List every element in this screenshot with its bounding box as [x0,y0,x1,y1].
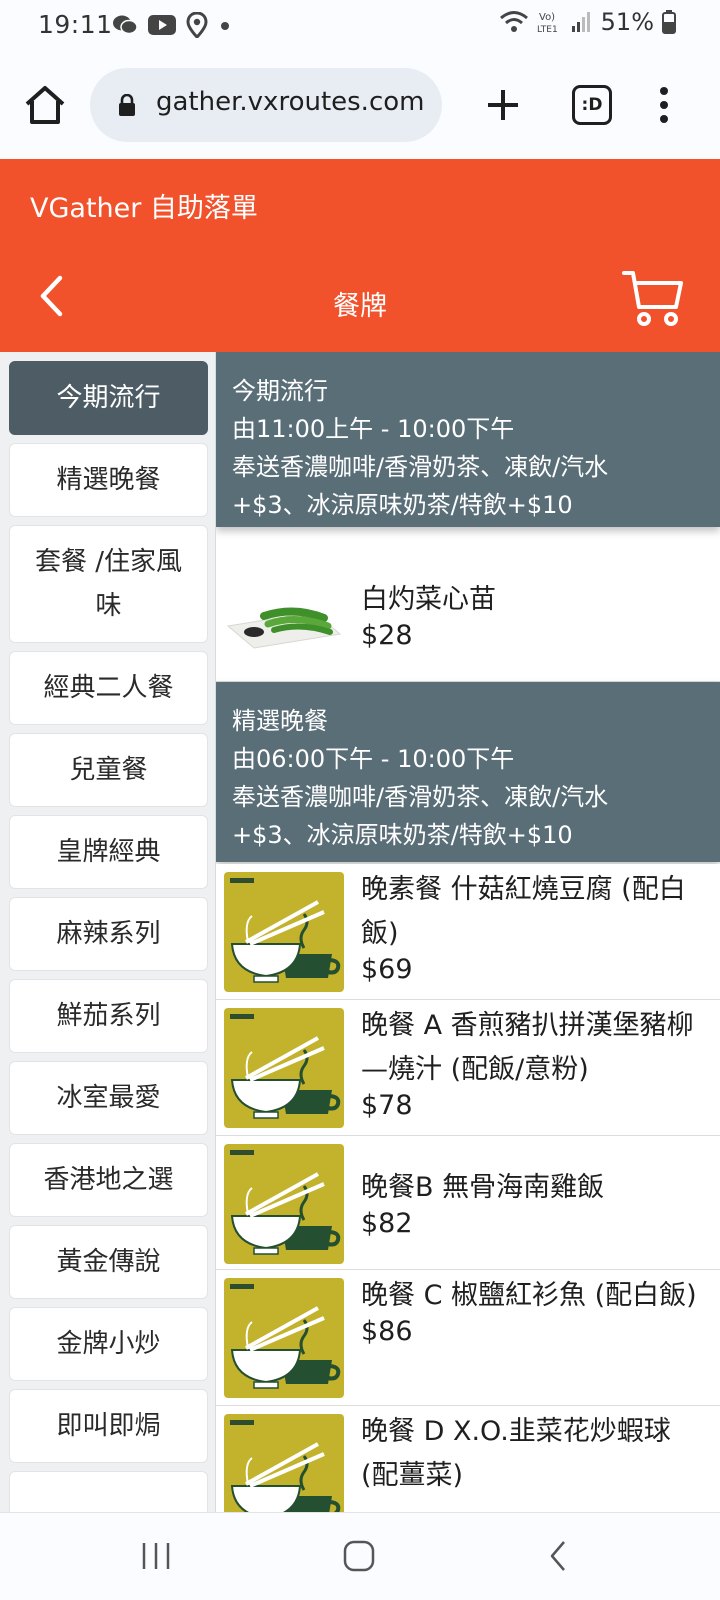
noodle-bowl-cup-logo [224,1008,344,1128]
more-menu-icon[interactable] [652,82,676,128]
sidebar-item-trending[interactable]: 今期流行 [9,361,208,435]
menu-item-price: $69 [361,954,413,985]
vegetable-photo [224,556,344,676]
page-title: 餐牌 [333,291,387,322]
battery-percent: 51% [600,8,654,36]
category-sidebar: 今期流行 精選晚餐 套餐 /住家風味 經典二人餐 兒童餐 皇牌經典 麻辣系列 鮮… [0,352,216,1512]
system-nav-bar [0,1512,720,1600]
status-bar: 19:11 Vo) LTE1 51% [0,0,720,52]
wifi-icon [499,11,528,32]
section-promo: 奉送香濃咖啡/香滑奶茶、凍飲/汽水 [232,453,609,481]
browser-toolbar: gather.vxroutes.com :D [0,52,720,159]
section-header-dinner: 精選晚餐 由06:00下午 - 10:00下午 奉送香濃咖啡/香滑奶茶、凍飲/汽… [216,682,720,862]
home-icon[interactable] [22,82,68,128]
noodle-bowl-cup-logo [224,1144,344,1264]
sidebar-item-dinner[interactable]: 精選晚餐 [9,443,208,517]
noodle-bowl-cup-logo [224,1414,344,1512]
noodle-bowl-cup-logo [224,872,344,992]
menu-item[interactable]: 晚餐 A 香煎豬扒拼漢堡豬柳—燒汁 (配飯/意粉) $78 [216,1000,720,1136]
system-status: Vo) LTE1 51% [499,8,676,36]
wechat-icon [113,15,138,35]
sidebar-item-golden-legend[interactable]: 黃金傳說 [9,1225,208,1299]
shopping-cart-icon[interactable] [622,269,684,327]
section-promo: +$3、冰涼原味奶茶/特飲+$10 [232,821,573,849]
menu-item-name: 晚餐 C 椒鹽紅衫魚 (配白飯) [361,1280,697,1311]
address-bar[interactable]: gather.vxroutes.com [90,68,442,142]
notification-icons [112,12,232,38]
menu-item-name: 晚餐 A 香煎豬扒拼漢堡豬柳—燒汁 (配飯/意粉) [361,1010,694,1085]
volte-icon: Vo) LTE1 [537,12,558,35]
sidebar-item-signature[interactable]: 皇牌經典 [9,815,208,889]
url-text: gather.vxroutes.com [156,87,425,117]
menu-item[interactable]: 晚餐B 無骨海南雞飯 $82 [216,1136,720,1270]
sidebar-item-more[interactable] [9,1471,208,1512]
sidebar-item-meal-for-two[interactable]: 經典二人餐 [9,651,208,725]
sidebar-item-stir-fry[interactable]: 金牌小炒 [9,1307,208,1381]
section-title: 精選晚餐 [232,707,328,735]
menu-item[interactable]: 晚素餐 什菇紅燒豆腐 (配白飯) $69 [216,864,720,1000]
noodle-bowl-cup-logo [224,1278,344,1398]
tab-switcher-button[interactable]: :D [572,85,612,125]
section-header-trending: 今期流行 由11:00上午 - 10:00下午 奉送香濃咖啡/香滑奶茶、凍飲/汽… [216,352,720,527]
section-hours: 由06:00下午 - 10:00下午 [232,745,515,773]
battery-icon [662,10,676,34]
sidebar-item-spicy[interactable]: 麻辣系列 [9,897,208,971]
sidebar-item-baked[interactable]: 即叫即焗 [9,1389,208,1463]
sidebar-item-hk-choice[interactable]: 香港地之選 [9,1143,208,1217]
section-hours: 由11:00上午 - 10:00下午 [232,415,515,443]
youtube-icon [148,15,176,35]
more-notifications-dot-icon [221,22,229,30]
menu-list: 今期流行 由11:00上午 - 10:00下午 奉送香濃咖啡/香滑奶茶、凍飲/汽… [216,352,720,1512]
sidebar-item-cafe-favorites[interactable]: 冰室最愛 [9,1061,208,1135]
home-button-icon[interactable] [342,1539,376,1573]
section-promo: 奉送香濃咖啡/香滑奶茶、凍飲/汽水 [232,783,609,811]
menu-item-name: 晚餐 D X.O.韭菜花炒蝦球 (配薑菜) [361,1416,671,1491]
app-header: VGather 自助落單 餐牌 [0,159,720,352]
svg-text:LTE1: LTE1 [537,25,558,35]
menu-item-name: 晚素餐 什菇紅燒豆腐 (配白飯) [361,874,686,949]
recent-apps-icon[interactable] [140,1541,172,1571]
section-title: 今期流行 [232,377,328,405]
menu-item[interactable]: 白灼菜心苗 $28 [216,548,720,682]
status-time: 19:11 [38,10,113,39]
sidebar-item-kids-meal[interactable]: 兒童餐 [9,733,208,807]
svg-text:Vo): Vo) [539,12,555,23]
menu-item[interactable]: 晚餐 D X.O.韭菜花炒蝦球 (配薑菜) [216,1406,720,1512]
new-tab-plus-icon[interactable] [480,82,526,128]
sidebar-item-tomato[interactable]: 鮮茄系列 [9,979,208,1053]
location-icon [186,12,208,38]
menu-item[interactable]: 晚餐 C 椒鹽紅衫魚 (配白飯) $86 [216,1270,720,1406]
app-title: VGather 自助落單 [30,193,258,224]
section-promo: +$3、冰涼原味奶茶/特飲+$10 [232,491,573,519]
back-button-icon[interactable] [548,1539,568,1573]
signal-icon [571,12,590,32]
lock-icon [119,94,135,116]
sidebar-item-set-meal[interactable]: 套餐 /住家風味 [9,525,208,643]
